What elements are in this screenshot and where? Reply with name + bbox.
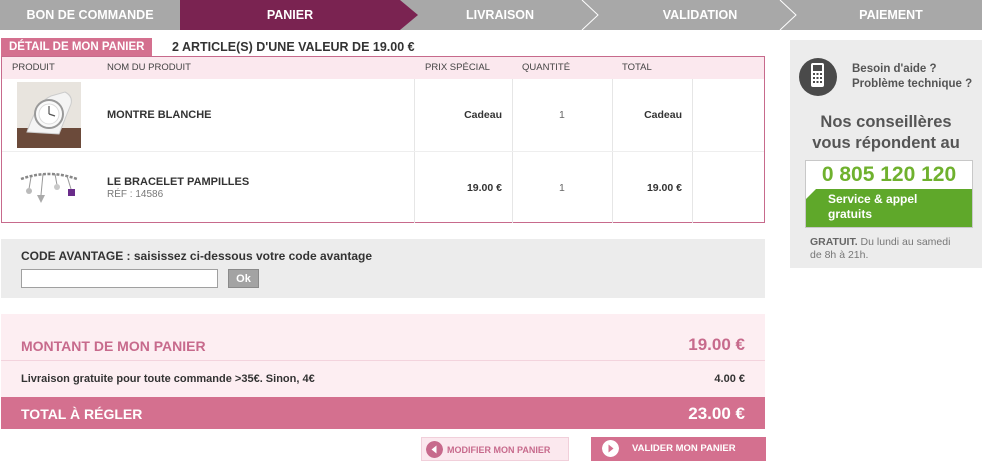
chevron-right-icon	[581, 0, 599, 30]
promo-code-input[interactable]	[21, 269, 218, 288]
step-paiement[interactable]: PAIEMENT	[800, 0, 982, 30]
table-row: MONTRE BLANCHE Cadeau 1 Cadeau	[2, 79, 764, 151]
phone-number[interactable]: 0 805 120 120	[806, 163, 972, 187]
cart-amount-value: 19.00 €	[688, 335, 745, 354]
arrow-right-icon	[602, 440, 619, 457]
total-value: 23.00 €	[688, 404, 745, 423]
shipping-label: Livraison gratuite pour toute commande >…	[21, 373, 315, 385]
total-label: TOTAL À RÉGLER	[21, 406, 143, 422]
checkout-steps: BON DE COMMANDE PANIER LIVRAISON VALIDAT…	[0, 0, 982, 30]
product-total: Cadeau	[644, 109, 682, 121]
validate-cart-label: VALIDER MON PANIER	[632, 443, 736, 454]
modify-cart-button[interactable]: MODIFIER MON PANIER	[421, 437, 569, 461]
chevron-right-icon	[779, 0, 797, 30]
product-price: 19.00 €	[466, 182, 502, 194]
header-product: PRODUIT	[12, 62, 55, 73]
bracelet-icon[interactable]	[17, 155, 81, 221]
hours-text: Du lundi au samedi	[857, 236, 951, 248]
step-bon-de-commande[interactable]: BON DE COMMANDE	[0, 0, 180, 30]
cart-table: PRODUIT NOM DU PRODUIT PRIX SPÉCIAL QUAN…	[1, 56, 765, 223]
product-price: Cadeau	[464, 109, 502, 121]
table-row: LE BRACELET PAMPILLES RÉF : 14586 19.00 …	[2, 151, 764, 223]
free-label: GRATUIT.	[810, 236, 858, 248]
product-name[interactable]: MONTRE BLANCHE	[107, 109, 212, 121]
product-qty: 1	[559, 182, 565, 194]
cart-detail-tag: DÉTAIL DE MON PANIER	[1, 38, 153, 56]
step-panier[interactable]: PANIER	[180, 0, 418, 30]
help-hours-2: de 8h à 21h.	[810, 249, 869, 261]
promo-code-section: CODE AVANTAGE : saisissez ci-dessous vot…	[1, 239, 765, 298]
modify-cart-label: MODIFIER MON PANIER	[447, 445, 551, 455]
product-ref: RÉF : 14586	[107, 189, 164, 200]
phone-box[interactable]: 0 805 120 120 Service & appel gratuits	[805, 160, 973, 228]
header-qty: QUANTITÉ	[522, 62, 571, 73]
cart-summary: 2 ARTICLE(S) D'UNE VALEUR DE 19.00 €	[172, 40, 415, 54]
totals-section: MONTANT DE MON PANIER 19.00 € Livraison …	[1, 314, 765, 429]
cart-amount-label: MONTANT DE MON PANIER	[21, 338, 206, 354]
shipping-value: 4.00 €	[714, 373, 745, 385]
arrow-left-icon	[426, 441, 443, 458]
header-total: TOTAL	[622, 62, 652, 73]
promo-ok-button[interactable]: Ok	[228, 269, 259, 288]
watch-icon[interactable]	[17, 82, 81, 148]
help-question-1: Besoin d'aide ?	[852, 63, 937, 75]
product-total: 19.00 €	[646, 182, 682, 194]
service-label-2: gratuits	[828, 207, 873, 221]
help-panel: Besoin d'aide ? Problème technique ? Nos…	[790, 40, 982, 268]
product-name[interactable]: LE BRACELET PAMPILLES	[107, 176, 249, 188]
help-line-1: Nos conseillères	[820, 113, 952, 131]
total-bar: TOTAL À RÉGLER 23.00 €	[1, 397, 765, 429]
free-service-banner: Service & appel gratuits	[806, 189, 972, 227]
validate-cart-button[interactable]: VALIDER MON PANIER	[591, 437, 766, 461]
step-livraison[interactable]: LIVRAISON	[400, 0, 600, 30]
promo-code-label: CODE AVANTAGE : saisissez ci-dessous vot…	[21, 249, 372, 263]
table-header: PRODUIT NOM DU PRODUIT PRIX SPÉCIAL QUAN…	[2, 57, 764, 79]
phone-icon	[799, 58, 837, 96]
step-validation[interactable]: VALIDATION	[600, 0, 800, 30]
help-question-2: Problème technique ?	[852, 78, 973, 90]
header-name: NOM DU PRODUIT	[107, 62, 191, 73]
product-qty: 1	[559, 109, 565, 121]
help-hours-1: GRATUIT. Du lundi au samedi	[810, 236, 950, 248]
help-line-2: vous répondent au	[812, 134, 960, 152]
service-label-1: Service & appel	[828, 192, 918, 206]
divider	[1, 360, 765, 361]
header-price: PRIX SPÉCIAL	[425, 62, 490, 73]
